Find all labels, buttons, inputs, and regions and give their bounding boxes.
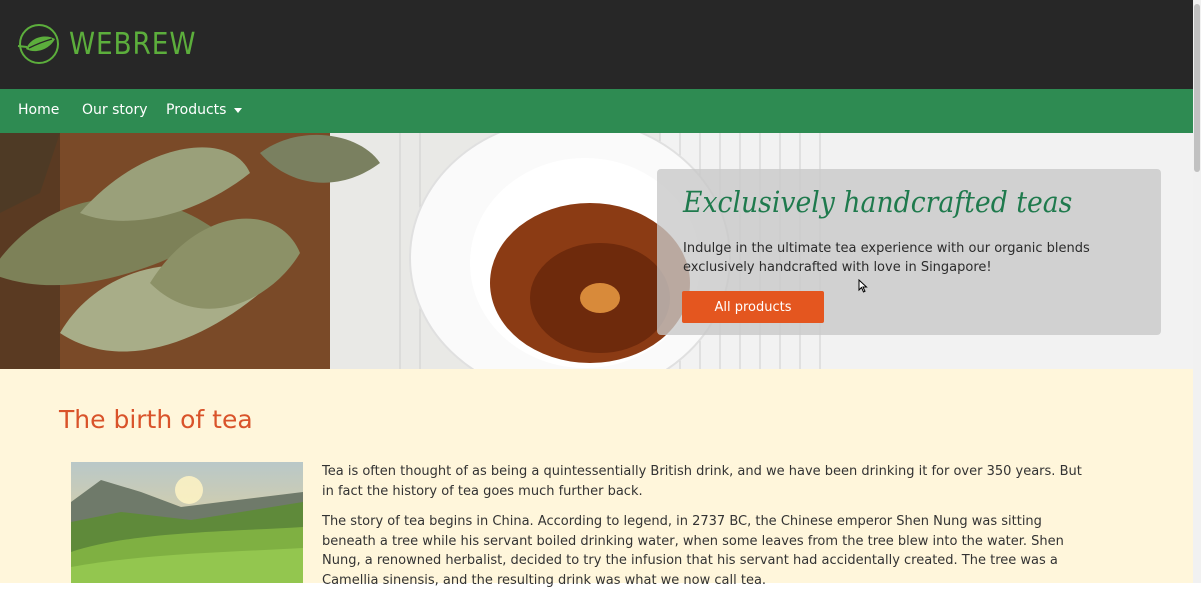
all-products-button[interactable]: All products [682, 291, 824, 323]
hero-title: Exclusively handcrafted teas [683, 185, 1073, 219]
hero-banner: Exclusively handcrafted teas Indulge in … [0, 133, 1193, 369]
section-title: The birth of tea [59, 405, 253, 434]
brand-name: WEBREW [69, 26, 197, 62]
nav-home[interactable]: Home [18, 102, 59, 118]
paragraph: The story of tea begins in China. Accord… [322, 514, 1064, 588]
mouse-pointer-icon [858, 279, 868, 293]
nav-our-story[interactable]: Our story [82, 102, 148, 118]
tea-plantation-image [71, 462, 303, 583]
page-scrollbar[interactable] [1193, 0, 1201, 583]
main-nav: Home Our story Products [0, 89, 1193, 133]
nav-products-dropdown[interactable]: Products [166, 102, 243, 118]
section-body: Tea is often thought of as being a quint… [322, 462, 1092, 601]
leaf-logo-icon [17, 24, 59, 64]
hero-card: Exclusively handcrafted teas Indulge in … [657, 169, 1161, 335]
brand-logo[interactable]: WEBREW [17, 24, 214, 64]
hero-description: Indulge in the ultimate tea experience w… [683, 241, 1090, 275]
chevron-down-icon [234, 107, 243, 113]
nav-products-label: Products [166, 102, 227, 118]
header-bar: WEBREW [0, 0, 1193, 89]
main-content: The birth of tea Tea is often thought of… [0, 369, 1193, 588]
scrollbar-thumb[interactable] [1194, 4, 1200, 172]
paragraph: Tea is often thought of as being a quint… [322, 464, 1082, 499]
